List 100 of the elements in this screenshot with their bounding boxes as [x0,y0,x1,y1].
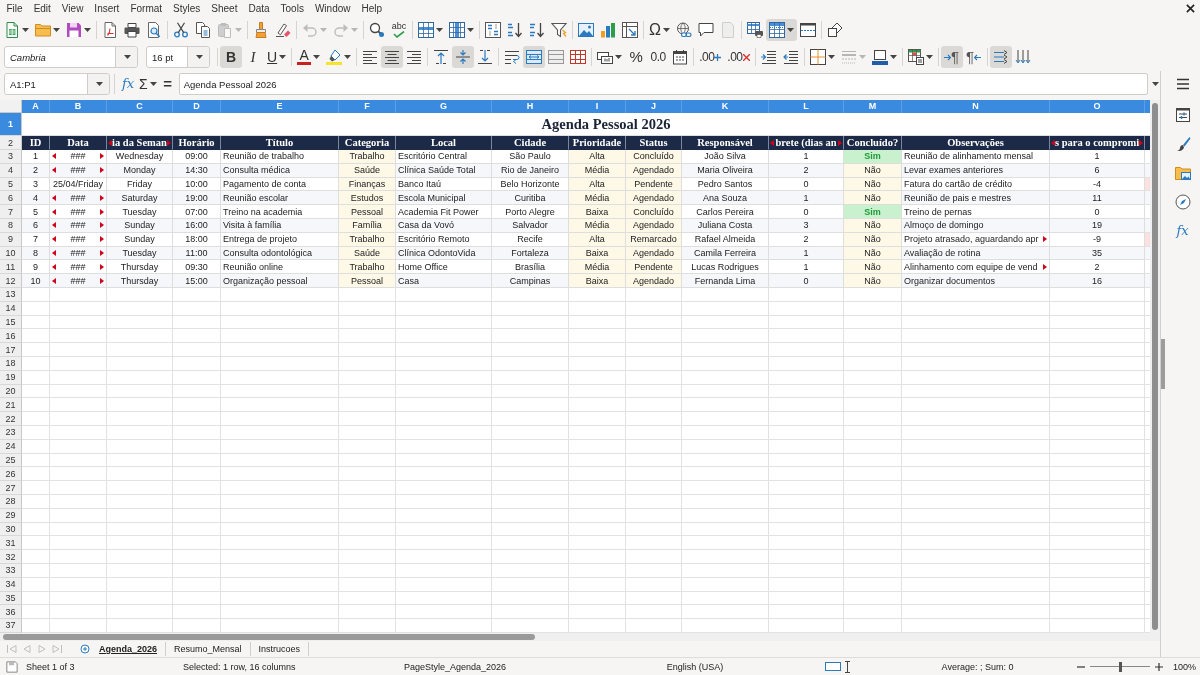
table-cell: Agendado [626,274,682,288]
merge-center-button[interactable] [523,46,546,68]
delete-decimal-button[interactable]: .00 [724,46,753,68]
freeze-rows-columns-button[interactable] [765,19,797,41]
scrollbar-thumb[interactable] [3,634,535,640]
row-header[interactable]: 3 [0,150,22,164]
slider-thumb[interactable] [1118,661,1122,672]
column-header[interactable]: A [22,100,50,113]
add-decimal-button[interactable]: .00 [696,46,725,68]
row-header[interactable]: 11 [0,260,22,275]
formula-button[interactable]: = [158,73,177,95]
table-cell: Academia Fit Power [396,205,492,219]
sidebar-handle[interactable] [1161,339,1165,389]
cell-text: ### [70,275,86,286]
align-right-icon [406,49,423,65]
dropdown-button[interactable] [187,47,209,67]
function-wizard-button[interactable]: fx [119,73,137,95]
row-header[interactable]: 6 [0,191,22,206]
dropdown-button[interactable] [87,74,109,94]
add-sheet-button[interactable] [79,642,91,656]
column-header[interactable]: L [769,100,844,113]
sheet-tab[interactable]: Agenda_2026 [91,642,167,656]
sheet-tab[interactable]: Resumo_Mensal [166,642,251,656]
menu-item[interactable]: Tools [275,0,310,17]
column-header[interactable]: J [626,100,682,113]
center-vertically-button[interactable] [452,46,475,68]
right-to-left-button[interactable]: ¶ [962,46,985,68]
merge-center-icon [526,49,543,65]
column-header[interactable]: I [569,100,626,113]
left-to-right-button[interactable]: ¶ [940,46,963,68]
table-cell: Concluído [626,205,682,219]
menu-item[interactable]: Edit [28,0,57,17]
menu-item[interactable]: Help [356,0,388,17]
right-triangle-icon [35,644,48,654]
menu-item[interactable]: Window [309,0,356,17]
row-header[interactable]: 27 [0,481,22,495]
row-header[interactable]: 17 [0,343,22,357]
sum-button[interactable]: Σ [137,73,159,95]
column-header[interactable]: H [492,100,569,113]
table-cell: Baixa [569,274,626,288]
row-header[interactable]: 31 [0,536,22,551]
name-box[interactable]: A1:P1 [4,73,110,95]
column-header[interactable]: B [50,100,107,113]
column-header[interactable]: D [173,100,221,113]
column-header[interactable]: O [1050,100,1145,113]
row-header[interactable]: 2 [0,136,22,150]
column-button[interactable] [446,19,477,41]
table-cell: Saturday [107,191,173,206]
sliders-window-icon [1174,107,1191,123]
menu-item[interactable]: Format [124,0,168,17]
spelling-button[interactable]: abc [388,19,410,41]
menu-item[interactable]: Insert [88,0,125,17]
text-direction-button[interactable] [989,46,1012,68]
pivot-table-icon [622,22,638,38]
align-center-button[interactable] [381,46,404,68]
row-header[interactable]: 37 [0,619,22,633]
font-size-box[interactable]: 16 pt [146,46,210,68]
menu-item[interactable]: Data [242,0,276,17]
menu-item[interactable]: Sheet [205,0,243,17]
row-header[interactable]: 7 [0,205,22,219]
row-header[interactable]: 26 [0,467,22,482]
menu-item[interactable]: View [56,0,89,17]
column-header[interactable]: N [902,100,1050,113]
dropdown-button[interactable] [115,47,137,67]
italic-button[interactable]: I [242,46,264,68]
row-header[interactable]: 36 [0,605,22,620]
row-header[interactable]: 32 [0,550,22,564]
table-cell: Escola Municipal [396,191,492,206]
sort-button[interactable] [482,19,504,41]
first-arrow-icon [5,644,18,654]
caret-icon [96,82,103,86]
row-header[interactable]: 12 [0,274,22,288]
menu-item[interactable]: Styles [167,0,206,17]
row-header[interactable]: 22 [0,412,22,426]
row-button[interactable] [415,19,446,41]
column-header[interactable]: E [221,100,339,113]
font-name-box[interactable]: Cambria [4,46,138,68]
table-cell: Porto Alegre [492,205,569,219]
percent-button[interactable]: % [625,46,648,68]
column-header[interactable]: M [844,100,902,113]
column-header[interactable]: F [339,100,396,113]
sheet-tab[interactable]: Instrucoes [250,642,310,656]
menu-item[interactable]: File [1,0,29,17]
underline-button[interactable]: U [264,46,290,68]
row-header[interactable]: 16 [0,329,22,344]
row-header[interactable]: 1 [0,113,22,136]
functions-button[interactable]: fx [1169,218,1196,244]
number-button[interactable]: 0.0 [647,46,670,68]
row-header[interactable]: 21 [0,398,22,413]
table-cell: 1 [769,191,844,206]
horizontal-scrollbar[interactable] [0,633,1160,641]
pivot-table-button[interactable] [619,19,641,41]
column-header[interactable]: G [396,100,492,113]
right-arrow-icon [943,53,951,61]
column-header[interactable]: K [682,100,769,113]
formula-input[interactable]: Agenda Pessoal 2026 [178,73,1148,95]
bold-button[interactable]: B [220,46,242,68]
column-header[interactable]: C [107,100,173,113]
special-character-button[interactable]: Ω [646,19,673,41]
font-color-button[interactable]: A [294,46,324,68]
